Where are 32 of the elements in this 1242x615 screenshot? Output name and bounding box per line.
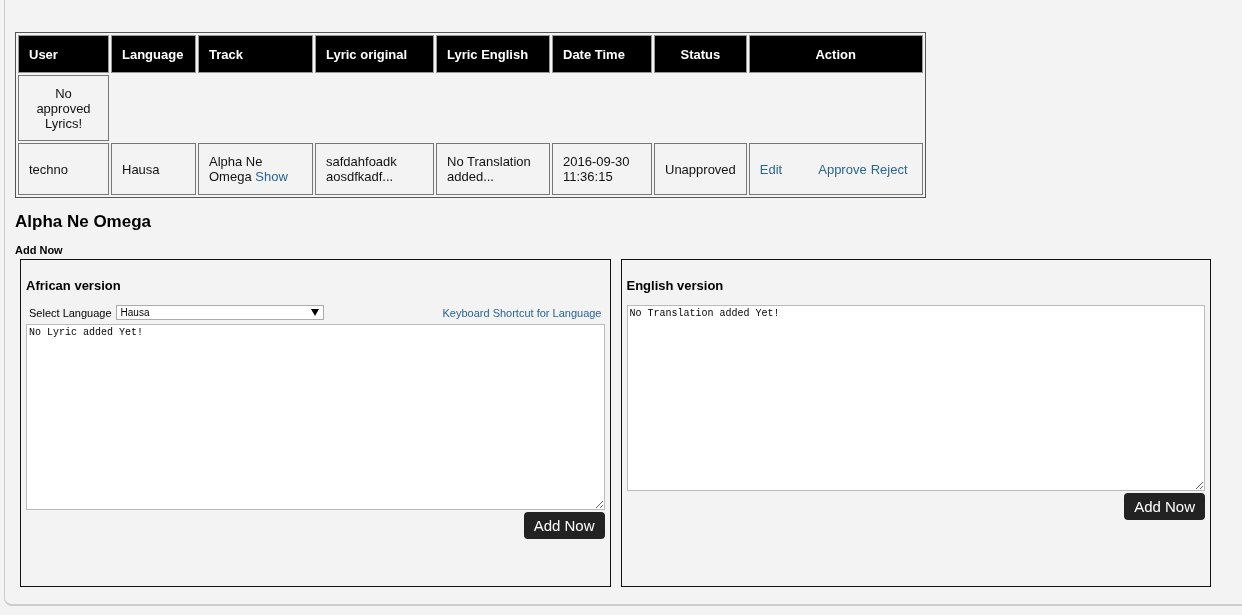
column-header: Date Time (552, 35, 652, 73)
column-header: Lyric original (315, 35, 434, 73)
action-link[interactable]: Reject (870, 161, 908, 177)
column-header: User (18, 35, 109, 73)
column-header: Language (111, 35, 196, 73)
action-link[interactable]: Edit (759, 161, 783, 177)
track-title: Alpha Ne Omega (15, 212, 152, 232)
table-cell: Hausa (111, 143, 196, 195)
language-dropdown[interactable]: Hausa (115, 305, 324, 320)
column-header: Status (654, 35, 747, 73)
lyrics-input-field[interactable]: No Lyric added Yet! (26, 324, 605, 510)
table-cell: Alpha Ne Omega Show (198, 143, 313, 195)
table-cell: No Translation added... (436, 143, 550, 195)
column-header: Action (748, 35, 923, 73)
caret-icon (310, 309, 319, 316)
table-cell: safdahfoadk aosdfkadf... (315, 143, 434, 195)
add-now-button[interactable]: Add Now (523, 512, 605, 539)
action-link[interactable]: Approve (818, 161, 867, 177)
table-cell: 2016-09-30 11:36:15 (552, 143, 652, 195)
lyrics-input-field[interactable]: No Translation added Yet! (626, 305, 1205, 491)
select-label: Select Language (29, 306, 112, 319)
add-now-heading: Add Now (15, 244, 63, 256)
show-link[interactable]: Show (255, 169, 288, 184)
panel-title: English version (626, 278, 724, 293)
keyboard-shortcut-link[interactable]: Keyboard Shortcut for Language (442, 306, 602, 319)
column-header: Lyric English (436, 35, 550, 73)
empty-message-cell: No approved Lyrics! (18, 75, 109, 141)
table-cell: Unapproved (654, 143, 747, 195)
add-now-button[interactable]: Add Now (1124, 493, 1205, 520)
column-header: Track (198, 35, 313, 73)
panel-title: African version (26, 278, 121, 293)
table-cell: techno (18, 143, 109, 195)
